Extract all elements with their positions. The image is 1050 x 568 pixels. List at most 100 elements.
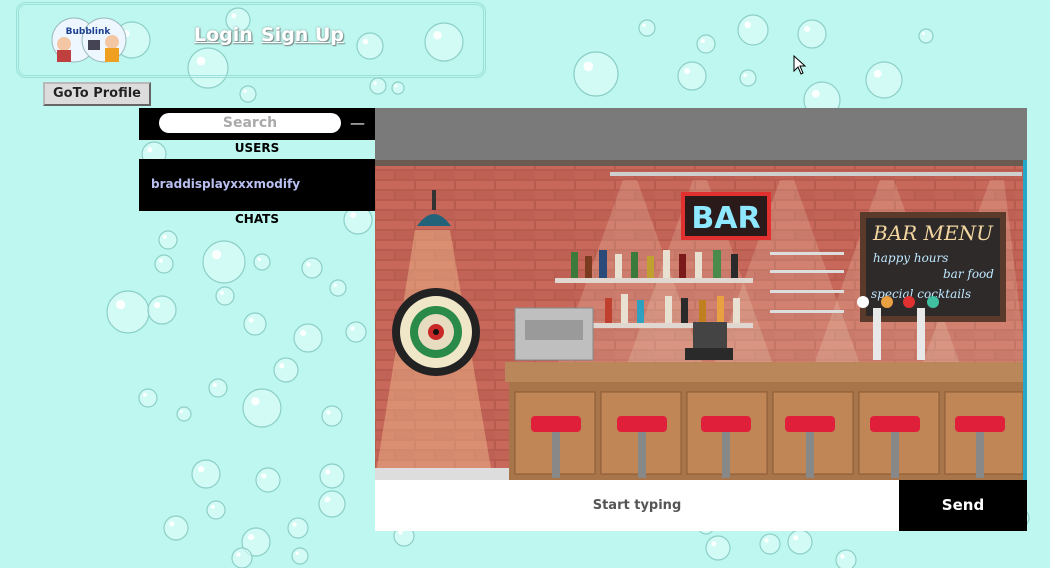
bubble-highlight (198, 466, 205, 473)
bubble (291, 547, 309, 565)
bubble-highlight (236, 552, 241, 557)
bubble (138, 388, 158, 408)
bubble (287, 517, 309, 539)
user-name: braddisplayxxxmodify (151, 177, 301, 191)
bubble-highlight (279, 363, 285, 369)
bubble-highlight (261, 473, 267, 479)
bubble-highlight (642, 23, 646, 27)
bubble (835, 549, 857, 568)
bubble (202, 240, 246, 284)
bubble (242, 388, 282, 428)
bubble-highlight (295, 551, 299, 555)
bubblink-logo: Bubblink (48, 16, 128, 64)
bubble-highlight (840, 554, 845, 559)
bubble (208, 378, 228, 398)
bubble-highlight (793, 535, 799, 541)
bubble (737, 14, 769, 46)
bubble (739, 69, 757, 87)
bubble (147, 295, 177, 325)
search-input[interactable]: Search (159, 113, 341, 133)
bubble-highlight (684, 68, 691, 75)
bubble (243, 312, 267, 336)
chats-heading: CHATS (234, 212, 280, 226)
bubble (255, 467, 281, 493)
bubble-highlight (180, 410, 184, 414)
users-heading: USERS (234, 141, 280, 155)
bubble (239, 85, 257, 103)
bubble (573, 51, 619, 97)
bar-scene-image: BAR BAR MENU happy hours bar food specia… (375, 160, 1027, 480)
bubble-highlight (251, 397, 260, 406)
menu-line-2: bar food (943, 267, 994, 281)
signup-link[interactable]: Sign Up (261, 24, 344, 46)
bubble-highlight (811, 89, 820, 98)
send-button[interactable]: Send (899, 480, 1027, 531)
bubble-highlight (711, 541, 717, 547)
bubble-highlight (350, 326, 355, 331)
bubble-highlight (212, 382, 217, 387)
bubble-highlight (116, 300, 126, 310)
bubble-highlight (154, 302, 161, 309)
bubble-highlight (583, 61, 594, 72)
bubble-highlight (326, 410, 331, 415)
bubble-highlight (873, 69, 882, 78)
bubble (321, 405, 343, 427)
bubble-highlight (257, 257, 261, 261)
bubble (391, 81, 405, 95)
bubble-highlight (394, 84, 398, 88)
bubble (106, 290, 150, 334)
bubble (163, 515, 189, 541)
bubble-highlight (219, 290, 224, 295)
bubble (677, 61, 707, 91)
bubble (318, 490, 346, 518)
collapse-icon[interactable]: — (350, 116, 365, 131)
bubble (345, 321, 367, 343)
bubble-highlight (922, 32, 926, 36)
bubble (253, 253, 271, 271)
chat-header (375, 108, 1027, 160)
login-link[interactable]: Login (194, 24, 253, 46)
bubble-highlight (169, 521, 175, 527)
bubble (696, 34, 716, 54)
bubble (797, 19, 827, 49)
bubble (273, 357, 299, 383)
bubble-highlight (162, 234, 167, 239)
bubble-highlight (743, 73, 747, 77)
bubble (865, 61, 903, 99)
bubble-highlight (804, 26, 811, 33)
message-input[interactable]: Start typing (375, 480, 899, 531)
bubble-highlight (306, 262, 311, 267)
bubble-highlight (243, 89, 247, 93)
bubble-highlight (324, 496, 331, 503)
bubble (215, 286, 235, 306)
bubble (759, 533, 781, 555)
bubble-highlight (292, 522, 297, 527)
bubble-highlight (764, 538, 769, 543)
bubble (191, 459, 221, 489)
bubble-highlight (142, 392, 147, 397)
bubble-highlight (212, 250, 222, 260)
bubble (319, 463, 345, 489)
bubble-highlight (248, 534, 255, 541)
bubble-highlight (333, 283, 337, 287)
bubble (369, 77, 387, 95)
bubble (231, 547, 253, 568)
bubble (705, 535, 731, 561)
menu-title: BAR MENU (872, 221, 994, 245)
bubble (787, 529, 813, 555)
bubble (154, 254, 174, 274)
search-bar: Search — (139, 108, 375, 140)
bubble (206, 500, 226, 520)
bubble-highlight (158, 258, 163, 263)
bubble-highlight (744, 21, 752, 29)
logo-text: Bubblink (66, 27, 112, 37)
bubble-highlight (373, 81, 377, 85)
bar-sign-text: BAR (691, 201, 760, 236)
bubble (329, 279, 347, 297)
bubble (176, 406, 192, 422)
bubble-highlight (248, 317, 254, 323)
goto-profile-button[interactable]: GoTo Profile (43, 82, 151, 106)
mouse-cursor-icon (793, 55, 807, 75)
bubble (158, 230, 178, 250)
user-list-item[interactable]: braddisplayxxxmodify (139, 159, 375, 211)
